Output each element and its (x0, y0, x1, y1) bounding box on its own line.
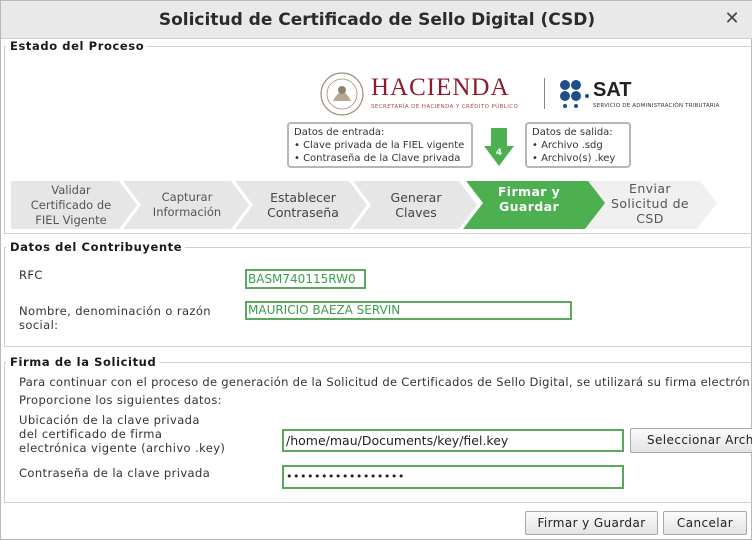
hacienda-subtitle: SECRETARÍA DE HACIENDA Y CRÉDITO PÚBLICO (371, 104, 519, 110)
cancelar-button[interactable]: Cancelar (663, 511, 747, 535)
nombre-label-line1: Nombre, denominación o razón (19, 304, 211, 318)
contrasena-label: Contraseña de la clave privada (19, 466, 211, 480)
sat-dots-icon (560, 80, 589, 108)
close-icon[interactable]: ✕ (721, 8, 743, 30)
step-enviar: Enviar Solicitud de CSD (610, 180, 690, 226)
estado-legend: Estado del Proceso (6, 39, 148, 53)
seleccionar-archivo-button[interactable]: Seleccionar Archivo (630, 428, 752, 453)
datos-salida-title: Datos de salida: (532, 127, 613, 138)
current-step-number: 4 (495, 148, 503, 158)
contribuyente-legend: Datos del Contribuyente (6, 240, 186, 254)
ubicacion-input[interactable]: /home/mau/Documents/key/fiel.key (282, 429, 624, 452)
ubicacion-label-line3: electrónica vigente (archivo .key) (19, 441, 226, 455)
step-validar: Validar Certificado de FIEL Vigente (30, 182, 112, 227)
rfc-value: BASM740115RW0 (245, 269, 366, 289)
datos-entrada-box: Datos de entrada: • Clave privada de la … (287, 122, 473, 168)
contribuyente-section (4, 247, 752, 347)
step-generar: Generar Claves (390, 190, 442, 220)
step-capturar: Capturar Información (152, 190, 222, 219)
nombre-value: MAURICIO BAEZA SERVIN (245, 301, 572, 320)
ubicacion-label-line2: del certificado de firma (19, 427, 163, 441)
firmar-guardar-button[interactable]: Firmar y Guardar (525, 511, 658, 535)
dialog-window: Solicitud de Certificado de Sello Digita… (0, 0, 752, 540)
nombre-label-line2: social: (19, 318, 59, 332)
hacienda-logo: HACIENDA SECRETARÍA DE HACIENDA Y CRÉDIT… (319, 71, 539, 117)
hacienda-seal-icon (320, 72, 364, 116)
datos-entrada-item: • Clave privada de la FIEL vigente (294, 140, 465, 151)
current-step-indicator: 4 (484, 128, 514, 168)
datos-salida-item: • Archivo(s) .key (532, 153, 616, 164)
firma-intro-text: Para continuar con el proceso de generac… (19, 376, 751, 389)
logo-divider (544, 78, 545, 109)
firma-legend: Firma de la Solicitud (6, 355, 160, 369)
datos-salida-box: Datos de salida: • Archivo .sdg • Archiv… (525, 122, 631, 168)
step-firmar-active: Firmar y Guardar (497, 184, 561, 214)
window-title: Solicitud de Certificado de Sello Digita… (158, 10, 596, 30)
datos-entrada-title: Datos de entrada: (294, 127, 385, 138)
sat-subtitle: SERVICIO DE ADMINISTRACIÓN TRIBUTARIA (593, 103, 720, 109)
datos-salida-item: • Archivo .sdg (532, 140, 603, 151)
process-steps: Validar Certificado de FIEL Vigente Capt… (11, 179, 721, 229)
title-bar: Solicitud de Certificado de Sello Digita… (1, 1, 752, 39)
datos-entrada-item: • Contraseña de la Clave privada (294, 153, 461, 164)
sat-logo: SAT SERVICIO DE ADMINISTRACIÓN TRIBUTARI… (559, 79, 719, 113)
contrasena-input[interactable]: ••••••••••••••••• (282, 465, 624, 489)
hacienda-wordmark: HACIENDA (371, 74, 510, 101)
ubicacion-label-line1: Ubicación de la clave privada (19, 413, 200, 427)
proporcione-text: Proporcione los siguientes datos: (19, 393, 223, 407)
rfc-label: RFC (19, 268, 43, 282)
step-establecer: Establecer Contraseña (267, 190, 339, 220)
sat-wordmark: SAT (593, 79, 632, 101)
